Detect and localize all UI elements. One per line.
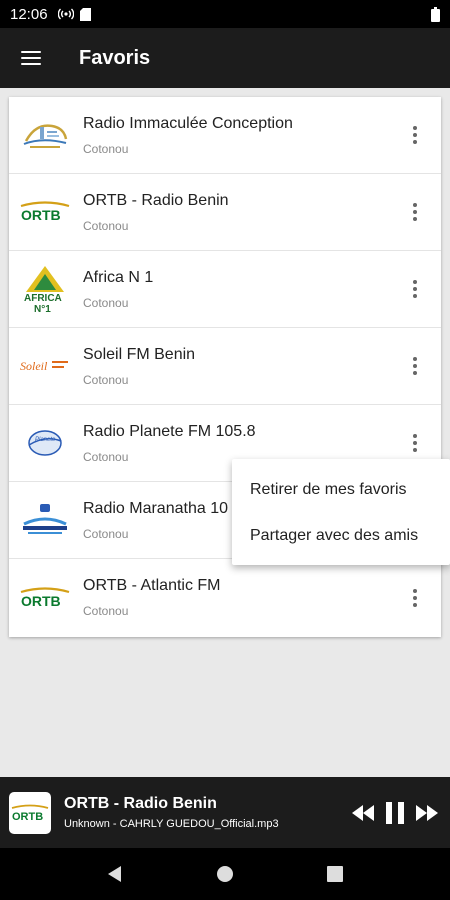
station-name: ORTB - Radio Benin [83,191,229,209]
station-city: Cotonou [83,295,129,310]
n1-logo-text: N°1 [34,304,51,314]
status-time: 12:06 [10,5,48,23]
more-options-icon[interactable] [395,269,435,309]
back-icon[interactable] [95,854,135,894]
soleil-logo-text: Soleil [20,359,48,373]
ortb-logo-text: ORTB [21,593,61,609]
app-bar: Favoris [0,28,450,88]
station-city: Cotonou [83,604,129,618]
status-bar: 12:06 [0,0,450,28]
menu-button[interactable] [0,28,62,88]
recents-icon[interactable] [315,854,355,894]
station-city: Cotonou [83,218,129,233]
more-options-icon[interactable] [395,192,435,232]
planete-fm-logo-icon: Planete [19,417,71,469]
more-options-icon[interactable] [395,578,435,618]
system-nav-bar [0,848,450,900]
ortb-logo-text: ORTB [21,207,61,223]
station-item[interactable]: Radio Immaculée Conception Cotonou [9,97,441,174]
ortb-logo-icon: ORTB [19,572,71,624]
ortb-logo-icon: ORTB [19,186,71,238]
station-item[interactable]: ORTB ORTB - Radio Benin Cotonou [9,174,441,251]
more-options-icon[interactable] [395,346,435,386]
sd-card-icon [79,7,91,21]
battery-icon [431,6,440,22]
status-icons [57,7,91,21]
station-name: Soleil FM Benin [83,345,196,363]
context-menu: Retirer de mes favoris Partager avec des… [232,459,450,565]
rewind-icon[interactable] [352,804,374,821]
soleil-fm-logo-icon: Soleil [19,340,71,392]
pause-icon[interactable] [386,801,404,824]
more-options-icon[interactable] [395,115,435,155]
ortb-logo-icon: ORTB [9,791,51,834]
immaculee-logo-icon [19,109,71,161]
fast-forward-icon[interactable] [416,804,438,821]
remove-favorite-menu-item[interactable]: Retirer de mes favoris [232,467,450,513]
station-name: ORTB - Atlantic FM [83,577,221,594]
station-city: Cotonou [83,141,129,156]
player-logo-text: ORTB [12,811,43,823]
more-options-icon[interactable] [395,423,435,463]
planete-logo-text: Planete [35,437,56,443]
page-title: Favoris [79,46,151,69]
radio-broadcast-icon [57,8,74,20]
station-name: Radio Planete FM 105.8 [83,422,256,440]
share-menu-item[interactable]: Partager avec des amis [232,513,450,559]
africa-logo-text: AFRICA [24,293,62,304]
station-item[interactable]: AFRICA N°1 Africa N 1 Cotonou [9,251,441,328]
hamburger-icon [21,47,41,69]
mini-player[interactable]: ORTB ORTB - Radio Benin Unknown - CAHRLY… [0,777,450,848]
now-playing-track: Unknown - CAHRLY GUEDOU_Official.mp3 [64,818,279,830]
station-city: Cotonou [83,372,129,387]
station-name: Radio Immaculée Conception [83,114,293,132]
station-item[interactable]: ORTB ORTB - Atlantic FM Cotonou [9,559,441,636]
africa-n1-logo-icon: AFRICA N°1 [19,263,71,315]
maranatha-logo-icon [19,494,71,546]
station-name: Africa N 1 [83,268,154,286]
now-playing-title: ORTB - Radio Benin [64,795,217,812]
station-item[interactable]: Soleil Soleil FM Benin Cotonou [9,328,441,405]
home-icon[interactable] [205,854,245,894]
